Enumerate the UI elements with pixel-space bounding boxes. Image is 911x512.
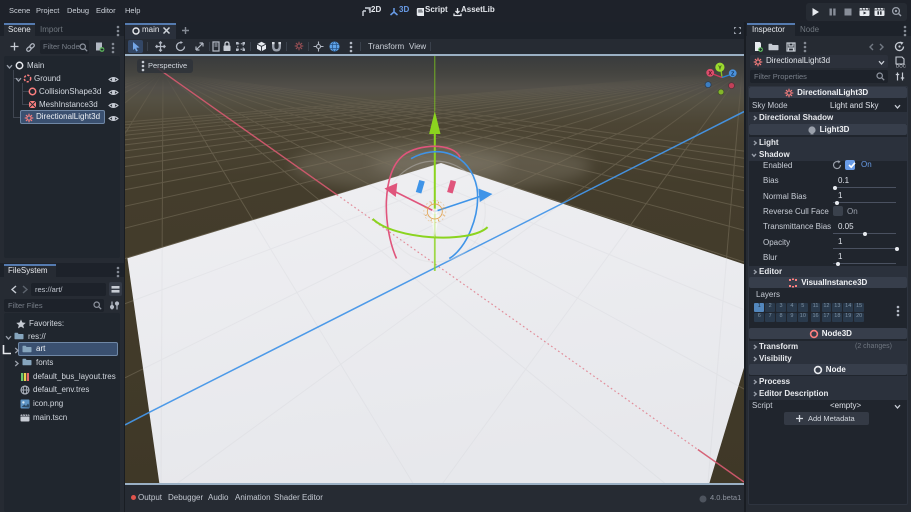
svg-text:X: X <box>708 71 712 77</box>
svg-text:DOC: DOC <box>896 64 906 69</box>
svg-text:Y: Y <box>718 65 722 71</box>
